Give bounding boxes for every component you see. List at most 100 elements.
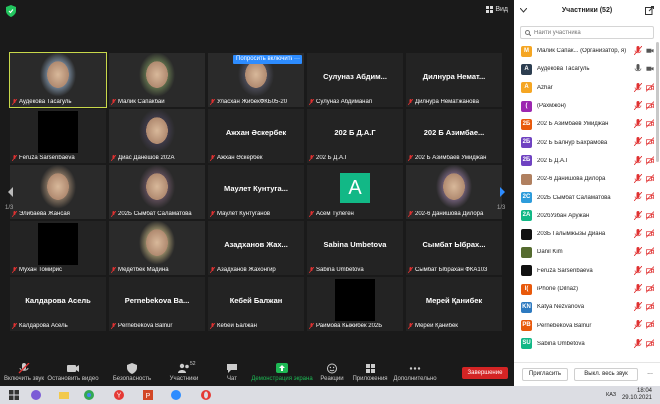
video-tile[interactable]: Сулуназ Абдим... Сулуназ Абдиманап — [307, 53, 403, 107]
video-tile[interactable]: Pernebekova Ba... Pernebekova Balnur — [109, 277, 205, 331]
participant-row[interactable]: 2Б 202 Б Д.А.Г — [514, 152, 660, 170]
participant-search[interactable] — [520, 26, 654, 39]
shield-icon[interactable] — [6, 5, 16, 17]
panel-more-button[interactable]: ... — [643, 368, 657, 381]
video-tile[interactable]: Калдарова Асель Калдарова Асель — [10, 277, 106, 331]
share-screen-button[interactable]: Демонстрация экрана — [251, 360, 313, 382]
participant-row[interactable]: 2С 202Б Сымбат Саламатова — [514, 188, 660, 206]
apps-button[interactable]: Приложения — [351, 360, 389, 382]
participant-row[interactable]: 2А 202бУзбан Аружан — [514, 207, 660, 225]
yandex-browser-icon[interactable]: Y — [113, 389, 125, 401]
video-tile[interactable]: Дилнура Немат... Дилнура Нематжанова — [406, 53, 502, 107]
participant-row[interactable]: KN Katya Nezvanova — [514, 298, 660, 316]
windows-start-icon[interactable] — [8, 389, 20, 401]
participant-row[interactable]: 203Б Галымжызы Диана — [514, 225, 660, 243]
next-page-arrow-icon[interactable] — [496, 186, 508, 198]
clock-date: 29.10.2021 — [621, 395, 652, 401]
video-tile[interactable]: Элибаева Жансая — [10, 165, 106, 219]
chat-button[interactable]: Чат — [222, 360, 242, 382]
video-tile[interactable]: Раимова Кыжибек 202Б — [307, 277, 403, 331]
mute-all-button[interactable]: Выкл. весь звук — [574, 368, 638, 381]
video-tile[interactable]: Кебей Балжан Кебей Балжан — [208, 277, 304, 331]
participant-row[interactable]: 2Б 202 Б Азимбаев Умиджан — [514, 115, 660, 133]
participant-row[interactable]: ((Рахмжон) — [514, 97, 660, 115]
muted-mic-icon — [309, 267, 314, 273]
video-tile[interactable]: Азадханов Жах... Азадханов Жахонгир — [208, 221, 304, 275]
video-tile[interactable]: Sabina Umbetova Sabina Umbetova — [307, 221, 403, 275]
invite-button[interactable]: Пригласить — [522, 368, 568, 381]
video-tile[interactable]: Малик Сапакбай — [109, 53, 205, 107]
ask-more-button[interactable]: ··· — [292, 55, 302, 64]
muted-mic-icon — [634, 192, 642, 202]
participant-row[interactable]: PB Pernebekova Balnur — [514, 316, 660, 334]
keyboard-language[interactable]: КАЗ — [606, 392, 616, 398]
participant-row[interactable]: SU Sabina Umbetova — [514, 335, 660, 353]
muted-mic-icon — [634, 46, 642, 55]
video-tile[interactable]: 202-6 Данишова Дилора — [406, 165, 502, 219]
chrome-icon[interactable] — [83, 389, 95, 401]
video-tile[interactable]: Медетбек Мадина — [109, 221, 205, 275]
video-tile[interactable]: 202 Б Д.А.Г 202 Б Д.А.Г — [307, 109, 403, 163]
participant-row[interactable]: Feruza Sarsenbaeva — [514, 262, 660, 280]
video-tile[interactable]: Диас Данешов 202А — [109, 109, 205, 163]
participant-row[interactable]: I(iPhone (Dilnaz) — [514, 280, 660, 298]
participant-row[interactable]: 202-6 Данишова Дилора — [514, 170, 660, 188]
stop-video-button[interactable]: Остановить видео — [46, 360, 100, 382]
video-camera-icon — [67, 365, 79, 372]
participant-row[interactable]: A Azhar — [514, 79, 660, 97]
participant-avatar: I( — [521, 283, 532, 295]
video-off-icon — [646, 210, 654, 220]
tile-name-label: Диас Данешов 202А — [111, 155, 203, 161]
participant-name: 202бУзбан Аружан — [537, 212, 590, 219]
video-tile[interactable]: Ажхан Әскербек Ажхан Әскербек — [208, 109, 304, 163]
video-camera-icon — [646, 48, 654, 53]
more-button[interactable]: Дополнительно — [393, 360, 437, 382]
meeting-top-bar: Вид — [0, 0, 514, 22]
video-off-icon — [646, 247, 654, 257]
muted-mic-icon — [210, 211, 215, 217]
participants-count: 52 — [190, 361, 196, 367]
muted-mic-icon — [634, 302, 642, 312]
tile-name-label: Элибаева Жансая — [12, 211, 104, 217]
participant-row[interactable]: M Малик Сапак... (Организатор, я) — [514, 42, 660, 60]
search-input[interactable] — [534, 28, 652, 38]
participant-row[interactable]: 2Б 202 Б Балнур Бахрамова — [514, 133, 660, 151]
file-explorer-icon[interactable] — [58, 389, 70, 401]
unmute-button[interactable]: Включить звук — [3, 360, 45, 382]
video-tile[interactable]: Сымбат Ыбрах... Сымбат Ыбрахан ФКА103 — [406, 221, 502, 275]
zoom-app-icon[interactable] — [170, 389, 182, 401]
tile-center-name: Маулет Кунтуга... — [224, 184, 288, 193]
video-tile[interactable]: 202Б Сымбат Саламатова — [109, 165, 205, 219]
video-tile[interactable]: Мерей Қанибек Мерей Қанибек — [406, 277, 502, 331]
video-tile[interactable]: Маулет Кунтуга... Маулет Кунтуганов — [208, 165, 304, 219]
ask-to-unmute-button[interactable]: Попросить включить — [233, 55, 297, 64]
video-tile[interactable]: Feruza Sarsenbaeva — [10, 109, 106, 163]
view-button[interactable]: Вид — [486, 6, 508, 13]
video-tile[interactable]: Мухан Томирис — [10, 221, 106, 275]
search-icon[interactable] — [30, 389, 42, 401]
tile-center-name: Sabina Umbetova — [323, 240, 387, 249]
participant-avatar — [521, 173, 532, 185]
powerpoint-icon[interactable]: P — [142, 389, 154, 401]
participants-button[interactable]: 52 Участники — [167, 360, 201, 382]
participant-avatar: 2Б — [521, 155, 532, 167]
reactions-button[interactable]: Реакции — [318, 360, 346, 382]
opera-icon[interactable] — [200, 389, 212, 401]
system-clock[interactable]: 18:04 29.10.2021 — [622, 388, 652, 402]
participant-list-scrollbar[interactable] — [656, 42, 659, 358]
popout-icon[interactable] — [645, 6, 654, 15]
grid-view-icon — [486, 6, 494, 13]
video-tile[interactable]: 202 Б Азимбае... 202 Б Азимбаев Умиджан — [406, 109, 502, 163]
prev-page-arrow-icon[interactable] — [5, 186, 17, 198]
smiley-icon — [327, 363, 337, 374]
video-tile[interactable]: Аудекова Тасагуль — [9, 52, 107, 108]
participant-row[interactable]: Danil Kim — [514, 243, 660, 261]
participant-name: Katya Nezvanova — [537, 304, 585, 311]
tile-name-label: 202-6 Данишова Дилора — [408, 211, 500, 217]
participant-avatar — [521, 246, 532, 258]
video-tile[interactable]: A Асем Тулеген — [307, 165, 403, 219]
participant-name: Danil Kim — [537, 249, 563, 256]
end-meeting-button[interactable]: Завершение — [462, 367, 508, 379]
security-button[interactable]: Безопасность — [111, 360, 153, 382]
participant-row[interactable]: A Аудекова Тасагуль — [514, 60, 660, 78]
